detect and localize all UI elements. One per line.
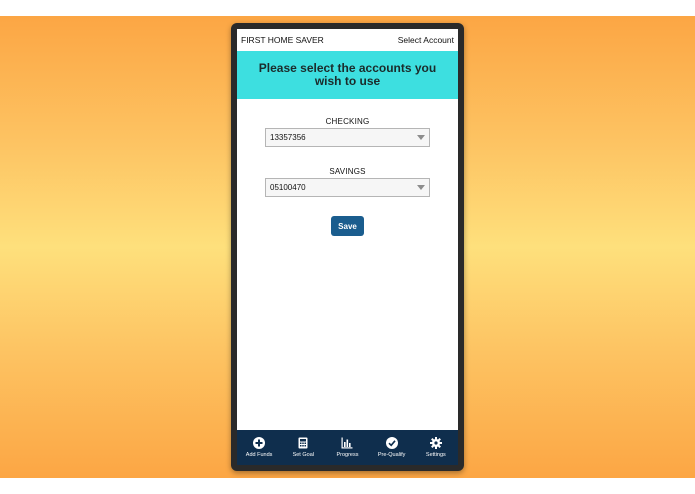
- plus-circle-icon: [253, 437, 266, 449]
- top-bar: FIRST HOME SAVER Select Account: [237, 29, 458, 51]
- savings-label: SAVINGS: [329, 167, 366, 176]
- nav-label: Settings: [425, 452, 446, 458]
- nav-set-goal[interactable]: Set Goal: [281, 437, 325, 458]
- savings-value: 05100470: [270, 183, 306, 192]
- nav-label: Pre-Qualify: [377, 452, 406, 458]
- app-screen: FIRST HOME SAVER Select Account Please s…: [237, 29, 458, 465]
- nav-label: Progress: [336, 452, 359, 458]
- phone-frame: FIRST HOME SAVER Select Account Please s…: [231, 23, 464, 471]
- checking-select[interactable]: 13357356: [265, 128, 430, 147]
- nav-progress[interactable]: Progress: [325, 437, 369, 458]
- nav-settings[interactable]: Settings: [414, 437, 458, 458]
- nav-pre-qualify[interactable]: Pre-Qualify: [370, 437, 414, 458]
- gear-icon: [429, 437, 442, 449]
- checking-label: CHECKING: [325, 117, 370, 126]
- calculator-icon: [298, 437, 308, 449]
- check-circle-icon: [385, 437, 398, 449]
- select-account-link[interactable]: Select Account: [398, 35, 454, 45]
- nav-add-funds[interactable]: Add Funds: [237, 437, 281, 458]
- chevron-down-icon: [417, 135, 425, 140]
- banner-text: Please select the accounts you wish to u…: [258, 61, 437, 88]
- bottom-nav: Add Funds Set Goal Progress Pre-Qualify …: [237, 430, 458, 465]
- app-title: FIRST HOME SAVER: [241, 35, 324, 45]
- instruction-banner: Please select the accounts you wish to u…: [237, 51, 458, 99]
- nav-label: Set Goal: [292, 452, 314, 458]
- chevron-down-icon: [417, 185, 425, 190]
- nav-label: Add Funds: [245, 452, 273, 458]
- checking-value: 13357356: [270, 133, 306, 142]
- save-button[interactable]: Save: [331, 216, 364, 236]
- bar-chart-icon: [341, 437, 353, 449]
- savings-select[interactable]: 05100470: [265, 178, 430, 197]
